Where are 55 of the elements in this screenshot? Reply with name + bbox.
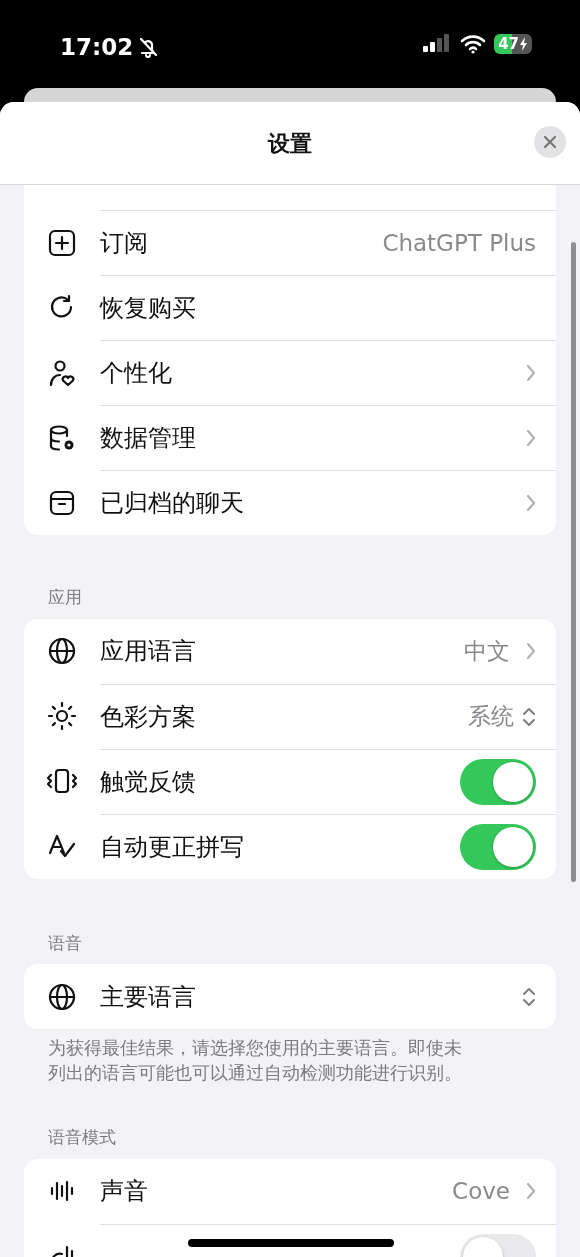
settings-row[interactable]: 色彩方案 系统 <box>24 683 556 749</box>
person-heart-icon <box>48 358 76 387</box>
row-label: 恢复购买 <box>100 293 196 324</box>
row-value: 系统 <box>468 702 514 732</box>
chevron-right-icon <box>526 642 536 660</box>
row-label: 色彩方案 <box>100 701 196 733</box>
wifi-icon <box>460 34 487 54</box>
globe-icon <box>47 981 77 1012</box>
settings-row[interactable]: 个性化 <box>24 340 556 405</box>
settings-row[interactable]: 应用语言 中文 <box>24 618 556 684</box>
row-label: 主要语言 <box>100 981 196 1013</box>
charging-bolt-icon <box>519 37 528 51</box>
sheet-title: 设置 <box>268 129 312 158</box>
globe-icon <box>47 636 77 666</box>
clock-time: 17:02 <box>60 33 134 62</box>
row-label: 自动更正拼写 <box>100 831 244 863</box>
chevron-right-icon <box>526 494 536 512</box>
plus-square-icon <box>48 228 76 257</box>
settings-row[interactable]: 已归档的聊天 <box>24 470 556 535</box>
chevron-right-icon <box>526 429 536 447</box>
close-icon <box>543 135 557 149</box>
toggle-switch[interactable] <box>460 823 536 870</box>
muted-bell-icon <box>137 35 160 58</box>
row-value: Cove <box>452 1177 510 1207</box>
row-label: 应用语言 <box>100 636 196 667</box>
row-label: 触觉反馈 <box>100 766 196 798</box>
up-down-chevron-icon <box>522 705 536 728</box>
settings-row[interactable]: 触觉反馈 <box>24 748 556 814</box>
chevron-right-icon <box>526 1182 536 1201</box>
settings-row[interactable]: 订阅 ChatGPT Plus <box>24 210 556 275</box>
row-value: 中文 <box>464 636 510 666</box>
archive-icon <box>48 488 76 517</box>
close-button[interactable] <box>534 126 566 158</box>
up-down-chevron-icon <box>522 985 536 1008</box>
row-label: 已归档的聊天 <box>100 488 244 519</box>
settings-row[interactable]: 声音 Cove <box>24 1158 556 1224</box>
sun-icon <box>47 701 77 731</box>
settings-row[interactable]: 数据管理 <box>24 405 556 470</box>
settings-row[interactable]: 主要语言 <box>24 964 556 1029</box>
section-footer: 为获得最佳结果，请选择您使用的主要语言。即使未列出的语言可能也可以通过自动检测功能进行识别。 <box>48 1037 462 1084</box>
database-gear-icon <box>48 423 76 452</box>
row-label: 个性化 <box>100 358 172 389</box>
settings-row[interactable]: 恢复购买 <box>24 275 556 340</box>
section-header: 语音模式 <box>48 1127 116 1148</box>
settings-row[interactable]: 自动更正拼写 <box>24 813 556 879</box>
section-header: 应用 <box>48 587 82 607</box>
section-header: 语音 <box>48 932 82 953</box>
row-label: 声音 <box>100 1176 148 1208</box>
row-label: 订阅 <box>100 228 148 259</box>
vibration-icon <box>45 766 79 796</box>
waveform-icon <box>50 1179 74 1204</box>
row-label: 数据管理 <box>100 423 196 454</box>
row-value: ChatGPT Plus <box>382 228 536 258</box>
chevron-right-icon <box>526 364 536 382</box>
toggle-switch[interactable] <box>460 758 536 805</box>
